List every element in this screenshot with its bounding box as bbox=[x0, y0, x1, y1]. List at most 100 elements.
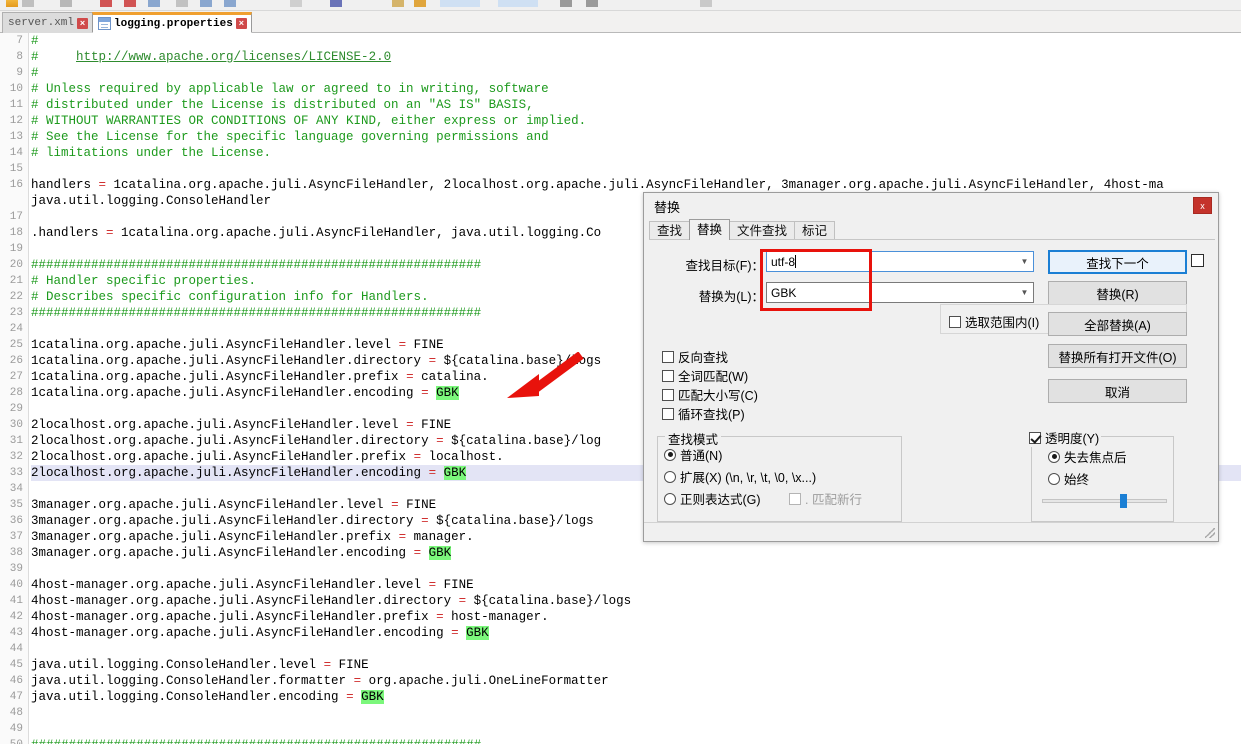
toolbar-icon-close[interactable] bbox=[124, 0, 136, 7]
radio-icon[interactable] bbox=[664, 492, 676, 505]
toolbar-icon-wrap[interactable] bbox=[560, 0, 572, 7]
toolbar-icon-print[interactable] bbox=[148, 0, 160, 7]
code-span: java.util.logging.ConsoleHandler.level bbox=[31, 658, 324, 672]
code-span: FINE bbox=[406, 338, 444, 352]
code-span: # Describes specific configuration info … bbox=[31, 290, 429, 304]
in-selection-label: 选取范围内(I) bbox=[965, 316, 1040, 330]
toolbar-icon-new[interactable] bbox=[6, 0, 18, 7]
search-mode-regex-radio[interactable]: 正则表达式(G) bbox=[664, 489, 761, 508]
line-number: 18 bbox=[9, 227, 23, 239]
transparency-checkbox[interactable]: 透明度(Y) bbox=[1027, 428, 1102, 447]
toolbar-icon-undo[interactable] bbox=[290, 0, 302, 7]
tab-mark[interactable]: 标记 bbox=[794, 221, 836, 240]
code-line: java.util.logging.ConsoleHandler.formatt… bbox=[31, 673, 1241, 689]
code-span: ${catalina.base}/log bbox=[443, 434, 602, 448]
backward-search-checkbox[interactable]: 反向查找 bbox=[662, 347, 728, 366]
replace-all-button[interactable]: 全部替换(A) bbox=[1048, 312, 1187, 336]
checkbox-icon[interactable] bbox=[662, 407, 674, 420]
code-span: 1catalina.org.apache.juli.AsyncFileHandl… bbox=[31, 354, 429, 368]
replace-button[interactable]: 替换(R) bbox=[1048, 281, 1187, 305]
line-number: 33 bbox=[9, 467, 23, 479]
toolbar-icon-zoom-in[interactable] bbox=[440, 0, 480, 7]
toolbar-icon-open[interactable] bbox=[22, 0, 34, 7]
replace-dialog[interactable]: 替换 x 查找 替换 文件查找 标记 查找目标(F)： utf-8 ▼ 替换为(… bbox=[643, 192, 1219, 542]
wrap-around-checkbox[interactable]: 循环查找(P) bbox=[662, 404, 745, 423]
replace-all-open-files-button[interactable]: 替换所有打开文件(O) bbox=[1048, 344, 1187, 368]
keep-dialog-open-checkbox[interactable] bbox=[1191, 254, 1204, 267]
find-next-button[interactable]: 查找下一个 bbox=[1048, 250, 1187, 274]
code-line: # bbox=[31, 65, 1241, 81]
chevron-down-icon[interactable]: ▼ bbox=[1016, 283, 1033, 302]
tab-replace[interactable]: 替换 bbox=[689, 219, 731, 240]
toolbar-icon-zoom-out[interactable] bbox=[498, 0, 538, 7]
transparency-on-losing-focus-radio[interactable]: 失去焦点后 bbox=[1048, 447, 1127, 466]
toolbar-icon-replace[interactable] bbox=[414, 0, 426, 7]
code-span: = bbox=[323, 658, 332, 672]
line-number: 34 bbox=[9, 483, 23, 495]
code-span: = bbox=[413, 450, 422, 464]
code-span: ${catalina.base}/logs bbox=[466, 594, 632, 608]
checkbox-icon[interactable] bbox=[789, 492, 801, 505]
toolbar-icon-copy[interactable] bbox=[200, 0, 212, 7]
checkbox-icon[interactable] bbox=[662, 369, 674, 382]
line-number: 30 bbox=[9, 419, 23, 431]
transparency-slider[interactable] bbox=[1042, 493, 1167, 509]
code-span: 2localhost.org.apache.juli.AsyncFileHand… bbox=[31, 434, 437, 448]
resize-grip[interactable] bbox=[1205, 528, 1215, 538]
toolbar-icon-macro[interactable] bbox=[700, 0, 712, 7]
radio-icon[interactable] bbox=[664, 448, 676, 461]
code-span: = bbox=[391, 498, 399, 512]
code-span: 4host-manager.org.apache.juli.AsyncFileH… bbox=[31, 578, 429, 592]
radio-icon[interactable] bbox=[1048, 450, 1060, 463]
code-span: = bbox=[458, 594, 467, 608]
toolbar-icon-paste[interactable] bbox=[224, 0, 236, 7]
checkbox-icon[interactable] bbox=[662, 350, 674, 363]
option-label: 全词匹配(W) bbox=[678, 370, 749, 384]
code-span: 1catalina.org.apache.juli.AsyncFileHandl… bbox=[31, 338, 399, 352]
search-mode-label: 普通(N) bbox=[680, 449, 723, 463]
tab-find[interactable]: 查找 bbox=[649, 221, 691, 240]
line-number: 46 bbox=[9, 675, 23, 687]
match-case-checkbox[interactable]: 匹配大小写(C) bbox=[662, 385, 758, 404]
line-number: 15 bbox=[9, 163, 23, 175]
close-icon[interactable]: × bbox=[77, 17, 89, 29]
code-span: = bbox=[406, 418, 414, 432]
chevron-down-icon[interactable]: ▼ bbox=[1016, 252, 1033, 271]
replace-with-input[interactable]: GBK ▼ bbox=[766, 282, 1034, 303]
toolbar-icon-cut[interactable] bbox=[176, 0, 188, 7]
toolbar-icon-find[interactable] bbox=[392, 0, 404, 7]
slider-thumb[interactable] bbox=[1119, 494, 1127, 508]
match-whole-word-checkbox[interactable]: 全词匹配(W) bbox=[662, 366, 748, 385]
search-mode-normal-radio[interactable]: 普通(N) bbox=[664, 445, 722, 464]
file-tab-logging-properties[interactable]: logging.properties × bbox=[92, 12, 252, 33]
toolbar-icon-save-all[interactable] bbox=[100, 0, 112, 7]
tab-find-in-files[interactable]: 文件查找 bbox=[729, 221, 796, 240]
toolbar-icon-redo[interactable] bbox=[330, 0, 342, 7]
toolbar-icon-save[interactable] bbox=[60, 0, 72, 7]
dot-matches-newline-checkbox[interactable]: . 匹配新行 bbox=[789, 489, 862, 508]
in-selection-checkbox[interactable]: 选取范围内(I) bbox=[949, 312, 1039, 331]
radio-icon[interactable] bbox=[1048, 472, 1060, 485]
code-span: 3manager.org.apache.juli.AsyncFileHandle… bbox=[31, 530, 399, 544]
url-link[interactable]: http://www.apache.org/licenses/LICENSE-2… bbox=[76, 50, 391, 64]
checkbox-icon[interactable] bbox=[662, 388, 674, 401]
search-mode-extended-radio[interactable]: 扩展(X) (\n, \r, \t, \0, \x...) bbox=[664, 467, 816, 486]
checkbox-icon[interactable] bbox=[949, 315, 961, 328]
transparency-always-radio[interactable]: 始终 bbox=[1048, 469, 1089, 488]
dialog-tab-underline bbox=[649, 239, 1215, 240]
close-icon[interactable]: x bbox=[1193, 197, 1212, 214]
cancel-button[interactable]: 取消 bbox=[1048, 379, 1187, 403]
find-target-input[interactable]: utf-8 ▼ bbox=[766, 251, 1034, 272]
line-number: 32 bbox=[9, 451, 23, 463]
radio-icon[interactable] bbox=[664, 470, 676, 483]
line-number: 38 bbox=[9, 547, 23, 559]
toolbar-icon-indent[interactable] bbox=[586, 0, 598, 7]
line-number: 31 bbox=[9, 435, 23, 447]
checkbox-icon[interactable] bbox=[1029, 431, 1041, 444]
close-icon[interactable]: × bbox=[235, 18, 247, 29]
code-span: = bbox=[428, 466, 437, 480]
file-tab-server-xml[interactable]: server.xml × bbox=[2, 12, 94, 33]
code-span: manager. bbox=[406, 530, 474, 544]
code-span: 3manager.org.apache.juli.AsyncFileHandle… bbox=[31, 546, 414, 560]
